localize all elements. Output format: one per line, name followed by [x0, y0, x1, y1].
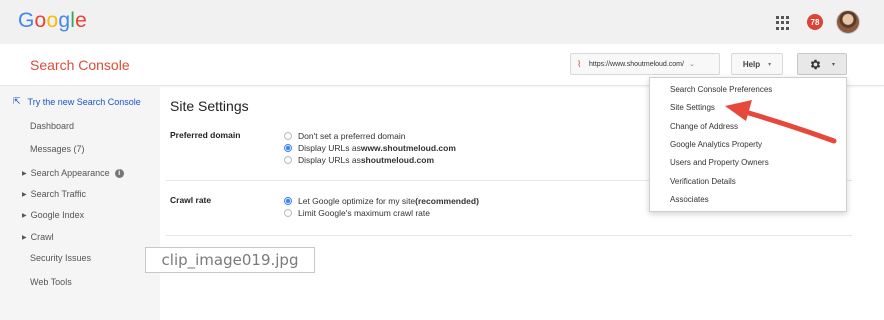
sidebar-item-label: Messages (7) — [30, 144, 85, 154]
external-link-icon: ⇱ — [13, 96, 21, 106]
radio-www-domain[interactable]: Display URLs as www.shoutmeloud.com — [284, 142, 456, 154]
sidebar: ⇱ Try the new Search Console Dashboard M… — [0, 87, 160, 320]
google-bar: Google 78 — [0, 0, 884, 44]
sidebar-item-label: Crawl — [30, 232, 54, 242]
section-divider — [166, 235, 852, 236]
logo-letter-e: e — [75, 9, 87, 32]
radio-label: Let Google optimize for my site — [298, 196, 416, 206]
caret-down-icon: ▾ — [768, 61, 772, 68]
settings-dropdown-menu: Search Console Preferences Site Settings… — [649, 77, 847, 212]
caret-down-icon: ▾ — [831, 61, 835, 68]
expand-arrow-icon: ▶ — [22, 170, 27, 177]
radio-button-selected[interactable] — [284, 144, 292, 152]
radio-label: Limit Google's maximum crawl rate — [298, 208, 430, 218]
apps-grid-icon[interactable] — [776, 16, 790, 30]
menu-item-google-analytics-property[interactable]: Google Analytics Property — [670, 140, 762, 149]
radio-label-domain: www.shoutmeloud.com — [360, 143, 456, 153]
preferred-domain-radio-group: Don't set a preferred domain Display URL… — [284, 130, 456, 166]
help-label: Help — [742, 59, 761, 69]
sidebar-item-search-appearance[interactable]: ▶ Search Appearance i — [22, 168, 124, 178]
image-caption: clip_image019.jpg — [145, 247, 315, 273]
radio-label-recommended: (recommended) — [415, 196, 479, 206]
sidebar-item-messages[interactable]: Messages (7) — [30, 144, 85, 154]
menu-item-site-settings[interactable]: Site Settings — [670, 103, 715, 112]
radio-no-preferred-domain[interactable]: Don't set a preferred domain — [284, 130, 456, 142]
sidebar-item-crawl[interactable]: ▶ Crawl — [22, 232, 54, 242]
menu-item-verification-details[interactable]: Verification Details — [670, 177, 736, 186]
info-icon[interactable]: i — [114, 168, 124, 178]
radio-button[interactable] — [284, 132, 292, 140]
sidebar-item-label: Security Issues — [30, 253, 92, 263]
site-url: https://www.shoutmeloud.com/ — [589, 60, 684, 68]
radio-non-www-domain[interactable]: Display URLs as shoutmeloud.com — [284, 154, 456, 166]
sidebar-item-label: Web Tools — [30, 277, 72, 287]
sidebar-item-label: Search Appearance — [30, 168, 110, 178]
logo-letter-g2: g — [58, 9, 71, 32]
radio-label: Don't set a preferred domain — [298, 131, 406, 141]
avatar[interactable] — [836, 10, 860, 34]
logo-letter-g: G — [18, 9, 35, 32]
menu-item-users-and-property-owners[interactable]: Users and Property Owners — [670, 158, 769, 167]
console-title[interactable]: Search Console — [30, 57, 130, 73]
menu-item-associates[interactable]: Associates — [670, 195, 709, 204]
sidebar-item-search-traffic[interactable]: ▶ Search Traffic — [22, 189, 86, 199]
crawl-rate-radio-group: Let Google optimize for my site (recomme… — [284, 195, 479, 219]
expand-arrow-icon: ▶ — [22, 191, 27, 198]
logo-letter-o1: o — [34, 9, 47, 32]
site-favicon-icon: ⌇ — [577, 59, 582, 69]
site-selector[interactable]: ⌇ https://www.shoutmeloud.com/ ⌄ — [570, 53, 720, 75]
radio-label: Display URLs as — [298, 143, 361, 153]
sidebar-item-google-index[interactable]: ▶ Google Index — [22, 210, 84, 220]
gear-icon — [810, 59, 821, 69]
sidebar-item-label: Search Traffic — [30, 189, 86, 199]
notifications-badge[interactable]: 78 — [807, 14, 823, 30]
radio-label: Display URLs as — [298, 155, 361, 165]
google-logo[interactable]: Google — [18, 9, 87, 33]
radio-let-google-optimize[interactable]: Let Google optimize for my site (recomme… — [284, 195, 479, 207]
chevron-down-icon: ⌄ — [688, 61, 695, 68]
menu-item-change-of-address[interactable]: Change of Address — [670, 122, 738, 131]
page-title: Site Settings — [170, 98, 249, 114]
try-new-label: Try the new Search Console — [27, 96, 141, 107]
preferred-domain-label: Preferred domain — [170, 130, 241, 140]
radio-limit-crawl-rate[interactable]: Limit Google's maximum crawl rate — [284, 207, 479, 219]
try-new-search-console-link[interactable]: ⇱ Try the new Search Console — [13, 96, 141, 107]
sidebar-item-web-tools[interactable]: Web Tools — [30, 277, 72, 287]
crawl-rate-label: Crawl rate — [170, 195, 212, 205]
radio-button-selected[interactable] — [284, 197, 292, 205]
sidebar-item-security-issues[interactable]: Security Issues — [30, 253, 91, 263]
sidebar-item-label: Dashboard — [30, 121, 75, 131]
menu-item-search-console-preferences[interactable]: Search Console Preferences — [670, 85, 772, 94]
expand-arrow-icon: ▶ — [22, 234, 27, 241]
radio-button[interactable] — [284, 209, 292, 217]
radio-button[interactable] — [284, 156, 292, 164]
settings-button[interactable]: ▾ — [797, 53, 847, 75]
radio-label-domain: shoutmeloud.com — [360, 155, 435, 165]
expand-arrow-icon: ▶ — [22, 212, 27, 219]
sidebar-item-label: Google Index — [30, 210, 85, 220]
sidebar-item-dashboard[interactable]: Dashboard — [30, 121, 74, 131]
help-button[interactable]: Help ▾ — [731, 53, 783, 75]
logo-letter-o2: o — [46, 9, 59, 32]
